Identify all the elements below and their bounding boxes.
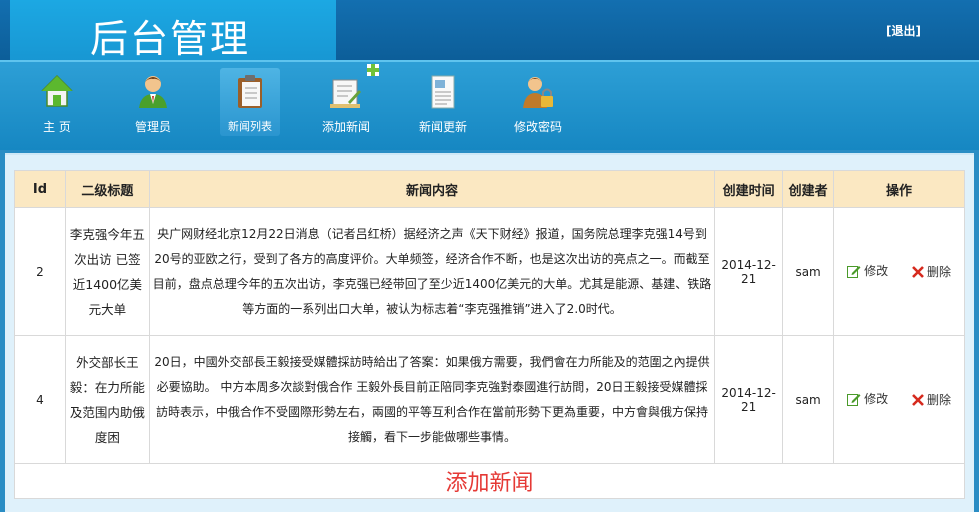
nav-item-home[interactable]: 主 页 — [27, 68, 87, 136]
app-title: 后台管理 — [90, 17, 251, 61]
logout-link[interactable]: [退出] — [886, 22, 921, 39]
cell-creator: sam — [782, 335, 835, 464]
nav-item-add-news[interactable]: 添加新闻 — [316, 68, 376, 136]
home-icon — [41, 74, 73, 107]
add-news-link[interactable]: 添加新闻 — [445, 471, 533, 496]
nav-item-update-news[interactable]: 新闻更新 — [413, 68, 473, 136]
small-plus-icon — [367, 64, 379, 76]
delete-label: 删除 — [926, 265, 951, 280]
edit-label: 修改 — [864, 264, 889, 279]
cell-id: 2 — [14, 207, 66, 336]
edit-button[interactable]: 修改 — [847, 390, 888, 407]
add-row: 添加新闻 — [14, 463, 965, 499]
edit-button[interactable]: 修改 — [847, 262, 888, 279]
cell-content: 20日，中國外交部長王毅接受媒體採訪時給出了答案：如果俄方需要，我們會在力所能及… — [148, 335, 716, 464]
nav-label-home: 主 页 — [43, 120, 71, 134]
column-header-content: 新闻内容 — [148, 170, 716, 208]
cell-title: 外交部长王毅：在力所能及范围内助俄度困 — [64, 335, 150, 464]
cell-content: 央广网财经北京12月22日消息（记者吕红桥）据经济之声《天下财经》报道，国务院总… — [148, 207, 716, 336]
nav-label-add-news: 添加新闻 — [321, 120, 370, 134]
add-cell: 添加新闻 — [14, 463, 965, 499]
column-header-actions: 操作 — [833, 170, 965, 208]
edit-label: 修改 — [864, 392, 889, 407]
cell-created: 2014-12-21 — [714, 335, 784, 464]
table-row: 2 李克强今年五次出访 已签近1400亿美元大单 央广网财经北京12月22日消息… — [14, 207, 965, 336]
cell-id: 4 — [14, 335, 66, 464]
cell-created: 2014-12-21 — [714, 207, 784, 336]
add-news-icon — [330, 79, 361, 108]
nav-item-change-password[interactable]: 修改密码 — [508, 68, 568, 136]
nav-label-news-list: 新闻列表 — [228, 120, 272, 133]
column-header-created: 创建时间 — [714, 170, 784, 208]
nav-label-update-news: 新闻更新 — [418, 120, 467, 134]
logo-box: 后台管理 — [10, 0, 336, 61]
cell-actions: 修改 删除 — [833, 335, 965, 464]
column-header-id: Id — [14, 170, 66, 208]
change-password-icon — [523, 77, 553, 108]
update-news-icon — [431, 75, 455, 109]
nav-label-change-password: 修改密码 — [513, 120, 562, 134]
table-row: 4 外交部长王毅：在力所能及范围内助俄度困 20日，中國外交部長王毅接受媒體採訪… — [14, 335, 965, 464]
news-list-icon — [238, 75, 262, 108]
table-header-row: Id 二级标题 新闻内容 创建时间 创建者 操作 — [14, 170, 965, 208]
column-header-title: 二级标题 — [64, 170, 150, 208]
column-header-creator: 创建者 — [782, 170, 835, 208]
header: 后台管理 [退出] — [0, 0, 979, 61]
cell-actions: 修改 删除 — [833, 207, 965, 336]
cell-title: 李克强今年五次出访 已签近1400亿美元大单 — [64, 207, 150, 336]
delete-button[interactable]: 删除 — [912, 263, 951, 280]
delete-button[interactable]: 删除 — [912, 391, 951, 408]
user-icon — [139, 76, 167, 108]
cell-creator: sam — [782, 207, 835, 336]
edit-icon — [847, 393, 861, 406]
content-area: Id 二级标题 新闻内容 创建时间 创建者 操作 2 李克强今年五次出访 已签近… — [5, 153, 974, 512]
edit-icon — [847, 265, 861, 278]
nav-item-news-list[interactable]: 新闻列表 — [220, 68, 280, 136]
nav-label-admin: 管理员 — [134, 120, 171, 134]
delete-icon — [912, 393, 924, 406]
delete-label: 删除 — [926, 393, 951, 408]
nav-item-admin[interactable]: 管理员 — [123, 68, 183, 136]
nav-bar: 主 页 管理员 新闻列表 添加新闻 新闻更新 修改密码 — [0, 60, 979, 150]
news-table: Id 二级标题 新闻内容 创建时间 创建者 操作 2 李克强今年五次出访 已签近… — [14, 170, 965, 499]
delete-icon — [912, 265, 924, 278]
